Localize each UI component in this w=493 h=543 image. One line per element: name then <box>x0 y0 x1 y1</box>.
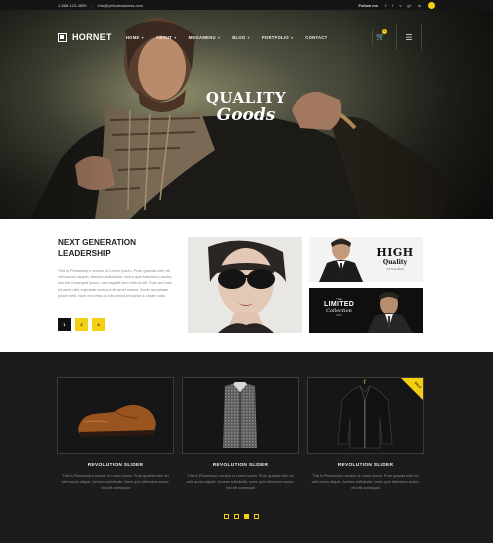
nav-item-label: ABOUT <box>155 34 173 40</box>
promo-high-quality[interactable]: HIGH Quality STYLE 2015 <box>309 237 423 282</box>
nav-item-megamenu[interactable]: MEGAMENU ▾ <box>189 35 221 40</box>
product-description: This is Photoshop's version of Lorem Ips… <box>311 474 420 490</box>
cart-button[interactable]: 🛒 0 <box>372 29 388 45</box>
hero-banner: HORNET HOME ▾ ABOUT ▾ MEGAMENU ▾ BLOG ▾ PORT… <box>0 10 493 219</box>
sale-badge: SALE <box>401 378 423 400</box>
chevron-down-icon: ▾ <box>217 34 221 40</box>
sunglasses-model-image <box>188 237 302 333</box>
limited-line4: 2015 <box>336 314 342 317</box>
chevron-down-icon: ▾ <box>174 34 177 40</box>
nav-item-label: BLOG <box>232 34 246 40</box>
checked-shirt-image <box>223 382 257 448</box>
promo-high-line2: Quality <box>382 259 408 266</box>
nav-item-label: HOME <box>125 34 140 40</box>
page: { "topbar": { "phone": "1-888-123-4659",… <box>0 0 493 543</box>
product-title[interactable]: REVOLUTION SLIDER <box>182 463 299 468</box>
product-card[interactable]: REVOLUTION SLIDER This is Photoshop's ve… <box>182 377 299 491</box>
promo-image-sunglasses[interactable] <box>188 237 302 333</box>
intro-body: This is Photoshop's version of Lorem Ips… <box>58 269 172 298</box>
follow-label: Follow me <box>358 2 379 8</box>
sale-label: SALE <box>413 380 423 390</box>
search-icon[interactable] <box>428 1 435 9</box>
carousel-dot[interactable] <box>224 514 229 519</box>
product-title[interactable]: REVOLUTION SLIDER <box>57 463 174 468</box>
vimeo-icon[interactable]: v <box>399 3 401 8</box>
chevron-down-icon: ▾ <box>290 34 294 40</box>
twitter-icon[interactable]: t <box>392 3 393 8</box>
page-button-3[interactable]: 3 <box>92 318 105 331</box>
email-address[interactable]: info@yelinabusiness.com <box>98 3 143 8</box>
linkedin-icon[interactable]: in <box>418 3 421 8</box>
page-button-2[interactable]: 2 <box>75 318 88 331</box>
nav-item-contact[interactable]: CONTACT <box>305 35 327 40</box>
intro-title: NEXT GENERATION LEADERSHIP <box>58 238 137 258</box>
product-card[interactable]: SALE REVOLUTION SLIDER This is Photoshop… <box>307 377 424 491</box>
carousel-dot-active[interactable] <box>244 514 249 519</box>
phone-number[interactable]: 1-888-123-4659 <box>58 3 86 8</box>
brand-logo[interactable]: HORNET <box>58 32 112 42</box>
product-description: This is Photoshop's version of Lorem Ips… <box>61 474 170 490</box>
hamburger-icon[interactable]: ☰ <box>396 24 422 50</box>
product-card[interactable]: REVOLUTION SLIDER This is Photoshop's ve… <box>57 377 174 491</box>
brand-name: HORNET <box>72 32 112 42</box>
nav-item-label: MEGAMENU <box>188 34 216 40</box>
promo-high-line1: HIGH <box>376 246 414 259</box>
top-bar: 1-888-123-4659 / info@yelinabusiness.com… <box>0 0 493 10</box>
product-thumb[interactable] <box>57 377 174 454</box>
cart-count-badge: 0 <box>382 29 387 34</box>
nav-item-label: CONTACT <box>305 34 328 40</box>
product-thumb[interactable] <box>182 377 299 454</box>
nav-item-label: PORTFOLIO <box>261 34 289 40</box>
google-plus-icon[interactable]: g+ <box>407 3 412 8</box>
product-title[interactable]: REVOLUTION SLIDER <box>307 463 424 468</box>
product-description: This is Photoshop's version of Lorem Ips… <box>186 474 295 490</box>
limited-line2: LIMITED <box>324 301 355 308</box>
nav-item-portfolio[interactable]: PORTFOLIO ▾ <box>262 35 293 40</box>
nav-menu: HOME ▾ ABOUT ▾ MEGAMENU ▾ BLOG ▾ PORTFOLIO ▾ … <box>126 35 340 40</box>
carousel-dots <box>224 514 264 519</box>
nav-item-blog[interactable]: BLOG ▾ <box>232 35 250 40</box>
intro-pagination: 1 2 3 <box>58 318 109 331</box>
promo-limited-collection[interactable]: THE LIMITED Collection 2015 <box>309 288 423 333</box>
hero-headline-line2: Goods <box>216 105 276 125</box>
carousel-dot[interactable] <box>234 514 239 519</box>
facebook-icon[interactable]: f <box>385 3 386 8</box>
limited-label: THE LIMITED Collection 2015 <box>324 297 354 317</box>
nav-item-home[interactable]: HOME ▾ <box>126 35 144 40</box>
main-navigation: HORNET HOME ▾ ABOUT ▾ MEGAMENU ▾ BLOG ▾ PORT… <box>58 20 422 54</box>
leather-shoe-image <box>78 404 156 437</box>
carousel-dot[interactable] <box>254 514 259 519</box>
hero-headline: QUALITY Goods <box>186 90 306 124</box>
nav-item-about[interactable]: ABOUT ▾ <box>156 35 177 40</box>
promo-high-line3: STYLE 2015 <box>386 267 404 271</box>
cart-icon: 🛒 <box>376 34 385 41</box>
logo-mark-icon <box>58 32 67 42</box>
topbar-separator: / <box>91 2 93 8</box>
hero-headline-line1: QUALITY <box>205 89 287 107</box>
page-button-1[interactable]: 1 <box>58 318 71 331</box>
product-thumb[interactable]: SALE <box>307 377 424 454</box>
chevron-down-icon: ▾ <box>141 34 144 40</box>
chevron-down-icon: ▾ <box>247 34 250 40</box>
